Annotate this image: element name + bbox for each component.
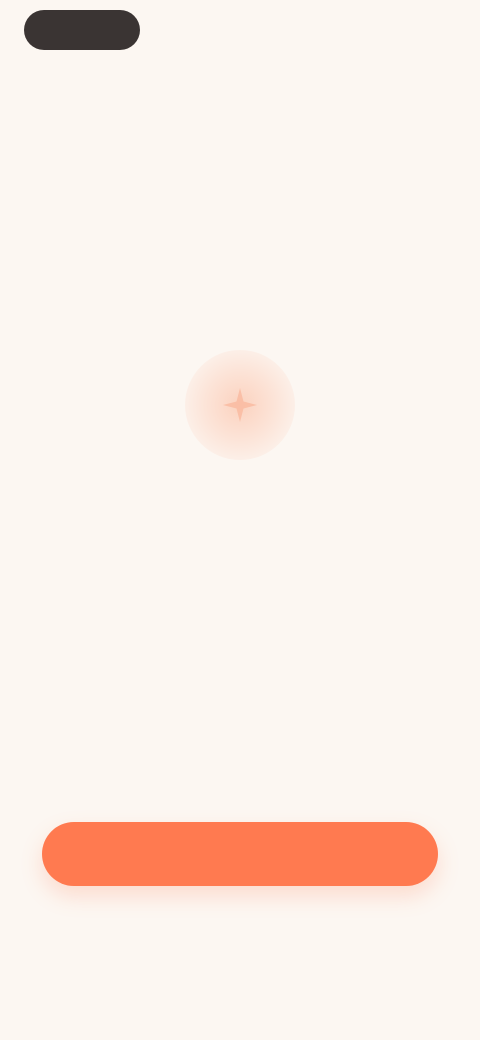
top-link[interactable]	[352, 20, 444, 40]
top-bar	[0, 0, 480, 70]
onboarding-screen	[0, 0, 480, 1040]
page-title	[110, 500, 370, 530]
brand-pill[interactable]	[24, 10, 140, 50]
sub-hint	[44, 96, 124, 110]
hero-section	[0, 350, 480, 550]
footer-note	[0, 922, 480, 948]
sparkle-icon	[219, 384, 261, 426]
hero-icon-halo	[185, 350, 295, 460]
primary-action-button[interactable]	[42, 822, 438, 886]
